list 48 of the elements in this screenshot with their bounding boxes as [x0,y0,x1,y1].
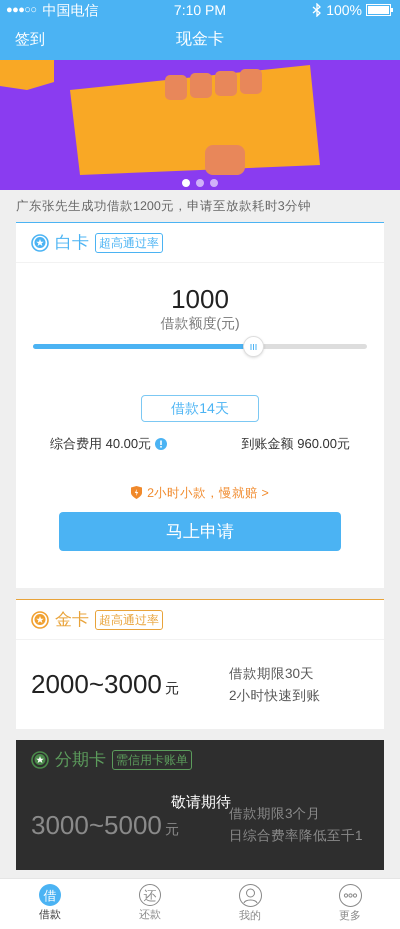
nav-title: 现金卡 [176,30,224,50]
tag-label: 超高通过率 [95,610,163,630]
tab-item[interactable]: 更多 [300,879,400,929]
card-detail: 借款期限30天 [229,664,316,682]
card-detail: 日综合费率降低至千1 [229,827,363,845]
battery-icon [366,4,394,16]
card-title: 金卡 [55,608,89,631]
star-badge-icon [31,234,49,252]
card-title: 白卡 [55,232,89,254]
currency-unit: 元 [164,820,179,838]
amount-label: 借款额度(元) [160,314,240,333]
star-badge-icon [31,750,49,768]
info-icon[interactable] [155,438,168,450]
slider-thumb[interactable] [243,336,264,357]
bluetooth-icon [312,3,322,17]
slider-track[interactable] [33,336,367,357]
lightning-shield-icon [131,486,142,500]
currency-unit: 元 [164,679,179,698]
battery-percent: 100% [326,0,362,20]
loan-term-button[interactable]: 借款14天 [141,395,259,422]
guarantee-link[interactable]: 2小时小款，慢就赔 > [147,484,269,502]
status-time: 7:10 PM [172,0,228,20]
tab-item[interactable]: 借 借款 [0,879,100,929]
tab-item[interactable]: 还 还款 [100,879,200,929]
loan-amount: 1000 [171,285,229,313]
tag-label: 超高通过率 [95,232,163,252]
carrier-name: 中国电信 [42,0,98,20]
apply-button[interactable]: 马上申请 [59,512,341,552]
received-amount: 到账金额 960.00元 [242,435,350,453]
tag-label: 需信用卡账单 [112,750,192,770]
amount-range: 2000~3000 [31,668,162,701]
card-detail: 2小时快速到账 [229,686,321,704]
notice-text: 广东张先生成功借款1200元，申请至放款耗时3分钟 [16,198,311,215]
tab-icon: 还 [139,884,161,906]
tab-item[interactable]: 我的 [200,879,300,929]
fee-text: 综合费用 40.00元 [50,435,152,453]
signal-dots: ●●●○○ [6,2,36,18]
tab-icon: 借 [39,884,61,906]
card-title: 分期卡 [55,748,106,771]
banner-image[interactable] [0,60,400,190]
card-detail: 借款期限3个月 [229,806,322,823]
star-badge-icon [31,610,49,628]
grip-icon [250,344,258,350]
person-icon [238,884,262,907]
coming-soon-label: 敬请期待 [171,793,231,811]
sign-in-button[interactable]: 签到 [15,28,45,52]
amount-range: 3000~5000 [31,808,162,842]
more-icon [338,884,362,907]
